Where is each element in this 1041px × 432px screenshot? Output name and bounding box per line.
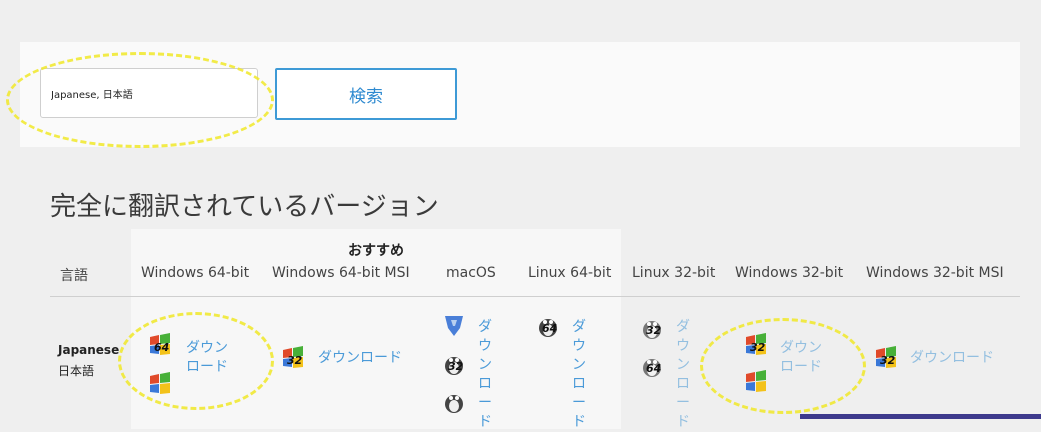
col-header-win32: Windows 32-bit (735, 265, 844, 281)
download-link-linux32[interactable]: ダウンロード (676, 318, 692, 432)
arch-badge-64: 64 (542, 322, 558, 335)
download-link-linux64[interactable]: ダウンロード (572, 318, 588, 432)
language-native-name: 日本語 (58, 364, 95, 378)
col-header-win64msi: Windows 64-bit MSI (272, 265, 410, 281)
windows-icon[interactable]: 32 (281, 346, 309, 372)
linux-icon[interactable] (442, 390, 470, 416)
download-link-macos[interactable]: ダウンロード (478, 318, 494, 432)
linux-icon[interactable]: 64 (640, 354, 668, 380)
col-header-linux64: Linux 64-bit (528, 265, 612, 281)
highlight-search (6, 52, 274, 148)
section-title: 完全に翻訳されているバージョン (50, 192, 439, 222)
arch-badge-32: 32 (287, 354, 303, 367)
col-header-macos: macOS (446, 265, 496, 281)
recommended-label: おすすめ (348, 243, 404, 259)
linux-icon[interactable]: 64 (536, 314, 564, 340)
col-header-win64: Windows 64-bit (141, 265, 250, 281)
download-link-win64msi[interactable]: ダウンロード (318, 349, 402, 368)
search-button[interactable]: 検索 (275, 68, 457, 120)
col-header-win32msi: Windows 32-bit MSI (866, 265, 1004, 281)
language-name: Japanese (58, 343, 120, 357)
highlight-win32 (700, 318, 866, 414)
arch-badge-64: 64 (646, 362, 662, 375)
linux-icon[interactable]: 32 (442, 352, 470, 378)
col-header-linux32: Linux 32-bit (632, 265, 716, 281)
linux-icon[interactable]: 32 (640, 316, 668, 342)
download-link-win32msi[interactable]: ダウンロード (910, 349, 994, 368)
highlight-win64 (118, 312, 274, 410)
arch-badge-32: 32 (646, 324, 662, 337)
apple-icon[interactable] (442, 314, 470, 340)
col-header-language: 言語 (60, 268, 88, 284)
bottom-edge-bar (800, 414, 1041, 419)
header-divider (50, 296, 1020, 297)
windows-icon[interactable]: 32 (874, 346, 902, 372)
arch-badge-32: 32 (448, 360, 464, 373)
arch-badge-32: 32 (880, 354, 896, 367)
